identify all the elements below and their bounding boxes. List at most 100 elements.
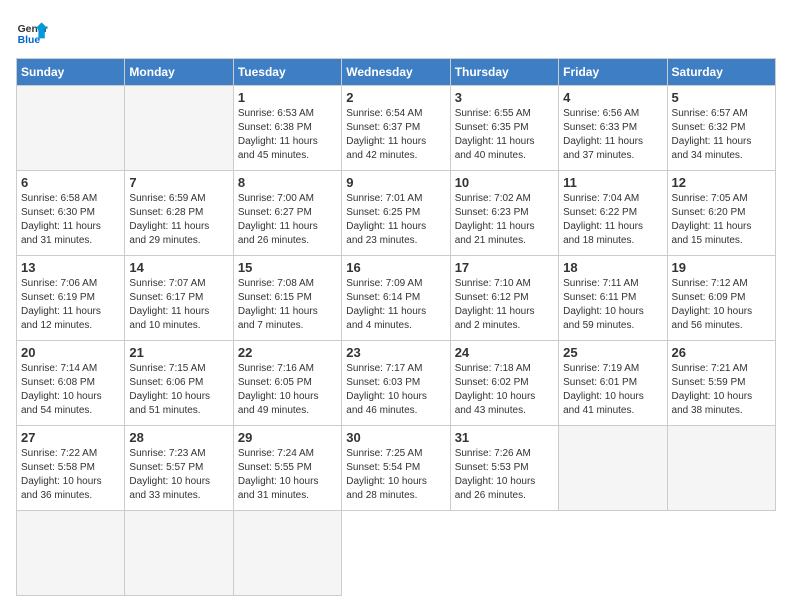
weekday-header: Thursday — [450, 59, 558, 86]
calendar-cell: 30 Sunrise: 7:25 AMSunset: 5:54 PMDayligh… — [342, 426, 450, 511]
calendar-cell: 9 Sunrise: 7:01 AMSunset: 6:25 PMDaylight… — [342, 171, 450, 256]
calendar-cell: 17 Sunrise: 7:10 AMSunset: 6:12 PMDayligh… — [450, 256, 558, 341]
day-number: 15 — [238, 260, 337, 275]
day-info: Sunrise: 7:12 AMSunset: 6:09 PMDaylight:… — [672, 277, 771, 333]
calendar-cell: 18 Sunrise: 7:11 AMSunset: 6:11 PMDayligh… — [559, 256, 667, 341]
calendar-cell: 8 Sunrise: 7:00 AMSunset: 6:27 PMDaylight… — [233, 171, 341, 256]
calendar-table: SundayMondayTuesdayWednesdayThursdayFrid… — [16, 58, 776, 596]
day-info: Sunrise: 7:16 AMSunset: 6:05 PMDaylight:… — [238, 362, 337, 418]
day-number: 30 — [346, 430, 445, 445]
calendar-cell: 16Sunrise: 7:09 AMSunset: 6:14 PMDayligh… — [342, 256, 450, 341]
weekday-header: Monday — [125, 59, 233, 86]
calendar-cell — [17, 511, 125, 596]
day-number: 31 — [455, 430, 554, 445]
day-info: Sunrise: 6:53 AMSunset: 6:38 PMDaylight:… — [238, 107, 337, 163]
day-number: 20 — [21, 345, 120, 360]
weekday-header: Friday — [559, 59, 667, 86]
day-number: 27 — [21, 430, 120, 445]
day-number: 10 — [455, 175, 554, 190]
day-info: Sunrise: 7:05 AMSunset: 6:20 PMDaylight:… — [672, 192, 771, 248]
day-info: Sunrise: 7:17 AMSunset: 6:03 PMDaylight:… — [346, 362, 445, 418]
day-number: 24 — [455, 345, 554, 360]
calendar-row: 27 Sunrise: 7:22 AMSunset: 5:58 PMDayligh… — [17, 426, 776, 511]
day-number: 21 — [129, 345, 228, 360]
logo: General Blue — [16, 16, 48, 48]
calendar-cell: 2 Sunrise: 6:54 AMSunset: 6:37 PMDaylight… — [342, 86, 450, 171]
day-info: Sunrise: 7:01 AMSunset: 6:25 PMDaylight:… — [346, 192, 445, 248]
day-number: 1 — [238, 90, 337, 105]
day-info: Sunrise: 7:18 AMSunset: 6:02 PMDaylight:… — [455, 362, 554, 418]
day-info: Sunrise: 7:09 AMSunset: 6:14 PMDaylight:… — [346, 277, 445, 333]
weekday-header: Wednesday — [342, 59, 450, 86]
day-number: 3 — [455, 90, 554, 105]
calendar-cell: 6Sunrise: 6:58 AMSunset: 6:30 PMDaylight… — [17, 171, 125, 256]
day-number: 22 — [238, 345, 337, 360]
day-info: Sunrise: 6:57 AMSunset: 6:32 PMDaylight:… — [672, 107, 771, 163]
weekday-header: Tuesday — [233, 59, 341, 86]
calendar-cell: 19Sunrise: 7:12 AMSunset: 6:09 PMDayligh… — [667, 256, 775, 341]
calendar-row: 20 Sunrise: 7:14 AMSunset: 6:08 PMDayligh… — [17, 341, 776, 426]
day-info: Sunrise: 7:14 AMSunset: 6:08 PMDaylight:… — [21, 362, 120, 418]
calendar-cell: 25 Sunrise: 7:19 AMSunset: 6:01 PMDayligh… — [559, 341, 667, 426]
day-info: Sunrise: 7:10 AMSunset: 6:12 PMDaylight:… — [455, 277, 554, 333]
calendar-cell: 4Sunrise: 6:56 AMSunset: 6:33 PMDaylight… — [559, 86, 667, 171]
calendar-cell: 24 Sunrise: 7:18 AMSunset: 6:02 PMDayligh… — [450, 341, 558, 426]
day-number: 4 — [563, 90, 662, 105]
calendar-cell: 27 Sunrise: 7:22 AMSunset: 5:58 PMDayligh… — [17, 426, 125, 511]
day-number: 18 — [563, 260, 662, 275]
weekday-header: Sunday — [17, 59, 125, 86]
day-info: Sunrise: 6:59 AMSunset: 6:28 PMDaylight:… — [129, 192, 228, 248]
calendar-cell: 14Sunrise: 7:07 AMSunset: 6:17 PMDayligh… — [125, 256, 233, 341]
day-info: Sunrise: 7:22 AMSunset: 5:58 PMDaylight:… — [21, 447, 120, 503]
calendar-cell: 22 Sunrise: 7:16 AMSunset: 6:05 PMDayligh… — [233, 341, 341, 426]
weekday-header-row: SundayMondayTuesdayWednesdayThursdayFrid… — [17, 59, 776, 86]
day-number: 9 — [346, 175, 445, 190]
calendar-cell: 13Sunrise: 7:06 AMSunset: 6:19 PMDayligh… — [17, 256, 125, 341]
calendar-cell: 21 Sunrise: 7:15 AMSunset: 6:06 PMDayligh… — [125, 341, 233, 426]
day-number: 25 — [563, 345, 662, 360]
day-info: Sunrise: 7:11 AMSunset: 6:11 PMDaylight:… — [563, 277, 662, 333]
calendar-cell: 31 Sunrise: 7:26 AMSunset: 5:53 PMDayligh… — [450, 426, 558, 511]
day-info: Sunrise: 7:25 AMSunset: 5:54 PMDaylight:… — [346, 447, 445, 503]
day-number: 2 — [346, 90, 445, 105]
calendar-cell: 11Sunrise: 7:04 AMSunset: 6:22 PMDayligh… — [559, 171, 667, 256]
calendar-cell: 26Sunrise: 7:21 AMSunset: 5:59 PMDayligh… — [667, 341, 775, 426]
day-number: 12 — [672, 175, 771, 190]
logo-icon: General Blue — [16, 16, 48, 48]
day-number: 5 — [672, 90, 771, 105]
day-info: Sunrise: 6:54 AMSunset: 6:37 PMDaylight:… — [346, 107, 445, 163]
calendar-row — [17, 511, 776, 596]
calendar-cell — [233, 511, 341, 596]
day-number: 17 — [455, 260, 554, 275]
day-info: Sunrise: 7:23 AMSunset: 5:57 PMDaylight:… — [129, 447, 228, 503]
day-info: Sunrise: 7:15 AMSunset: 6:06 PMDaylight:… — [129, 362, 228, 418]
calendar-cell: 12 Sunrise: 7:05 AMSunset: 6:20 PMDayligh… — [667, 171, 775, 256]
day-info: Sunrise: 7:02 AMSunset: 6:23 PMDaylight:… — [455, 192, 554, 248]
day-number: 29 — [238, 430, 337, 445]
calendar-cell: 5 Sunrise: 6:57 AMSunset: 6:32 PMDaylight… — [667, 86, 775, 171]
calendar-cell — [125, 511, 233, 596]
calendar-cell — [17, 86, 125, 171]
day-info: Sunrise: 7:08 AMSunset: 6:15 PMDaylight:… — [238, 277, 337, 333]
day-number: 23 — [346, 345, 445, 360]
calendar-cell: 28 Sunrise: 7:23 AMSunset: 5:57 PMDayligh… — [125, 426, 233, 511]
page-header: General Blue — [16, 16, 776, 48]
calendar-row: 1 Sunrise: 6:53 AMSunset: 6:38 PMDaylight… — [17, 86, 776, 171]
day-info: Sunrise: 7:19 AMSunset: 6:01 PMDaylight:… — [563, 362, 662, 418]
calendar-cell: 29 Sunrise: 7:24 AMSunset: 5:55 PMDayligh… — [233, 426, 341, 511]
day-number: 11 — [563, 175, 662, 190]
calendar-cell: 7 Sunrise: 6:59 AMSunset: 6:28 PMDaylight… — [125, 171, 233, 256]
day-number: 28 — [129, 430, 228, 445]
day-info: Sunrise: 7:24 AMSunset: 5:55 PMDaylight:… — [238, 447, 337, 503]
calendar-cell: 1 Sunrise: 6:53 AMSunset: 6:38 PMDaylight… — [233, 86, 341, 171]
day-number: 8 — [238, 175, 337, 190]
day-info: Sunrise: 7:07 AMSunset: 6:17 PMDaylight:… — [129, 277, 228, 333]
day-number: 13 — [21, 260, 120, 275]
day-info: Sunrise: 7:26 AMSunset: 5:53 PMDaylight:… — [455, 447, 554, 503]
calendar-cell: 20 Sunrise: 7:14 AMSunset: 6:08 PMDayligh… — [17, 341, 125, 426]
day-info: Sunrise: 7:00 AMSunset: 6:27 PMDaylight:… — [238, 192, 337, 248]
day-info: Sunrise: 7:21 AMSunset: 5:59 PMDaylight:… — [672, 362, 771, 418]
calendar-cell — [559, 426, 667, 511]
weekday-header: Saturday — [667, 59, 775, 86]
day-number: 7 — [129, 175, 228, 190]
